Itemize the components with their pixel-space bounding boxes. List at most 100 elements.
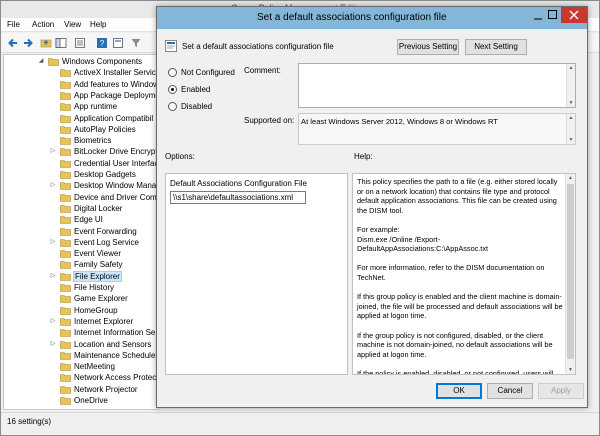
- tree-item[interactable]: ▷ Internet Explorer: [4, 316, 158, 327]
- tree-item-label: Location and Sensors: [74, 339, 152, 349]
- maximize-icon[interactable]: [547, 9, 558, 20]
- scroll-up-icon[interactable]: ▲: [568, 115, 574, 121]
- tree-item[interactable]: Network Access Protect: [4, 372, 158, 383]
- expand-arrow-icon[interactable]: ▷: [50, 239, 56, 246]
- associations-file-input[interactable]: [170, 191, 306, 204]
- tree-item[interactable]: Game Explorer: [4, 293, 158, 304]
- folder-icon: [60, 181, 71, 191]
- tree-item[interactable]: AutoPlay Policies: [4, 124, 158, 135]
- dialog-title: Set a default associations configuration…: [257, 12, 447, 23]
- tree-item[interactable]: Add features to Windows: [4, 79, 159, 90]
- tree-item-label: Desktop Gadgets: [74, 170, 136, 179]
- minimize-icon[interactable]: [533, 11, 543, 21]
- properties-icon[interactable]: [111, 36, 125, 50]
- menu-view[interactable]: View: [64, 20, 81, 29]
- cancel-button[interactable]: Cancel: [487, 383, 533, 399]
- expand-arrow-icon[interactable]: ▷: [50, 148, 56, 155]
- folder-icon: [60, 294, 71, 304]
- expand-arrow-icon[interactable]: ▷: [50, 182, 56, 189]
- close-button[interactable]: [561, 7, 587, 23]
- tree-item[interactable]: App Package Deployme: [4, 90, 158, 101]
- tree-item[interactable]: ▷ Desktop Window Mana: [4, 180, 158, 191]
- radio-disabled[interactable]: Disabled: [168, 101, 258, 113]
- tree-item[interactable]: Digital Locker: [4, 203, 158, 214]
- help-paragraph: If this group policy is enabled and the …: [357, 292, 563, 321]
- tree-item[interactable]: ▷ File Explorer: [4, 270, 158, 282]
- tree-item[interactable]: OneDrive: [4, 395, 158, 406]
- folder-icon: [60, 238, 71, 247]
- tree-item[interactable]: Maintenance Scheduler: [4, 350, 158, 361]
- list-view-icon[interactable]: [73, 36, 87, 50]
- close-icon: [569, 10, 579, 20]
- tree-item-label: Internet Information Se: [74, 328, 156, 338]
- supported-scrollbar[interactable]: ▲ ▼: [566, 114, 575, 144]
- scroll-up-icon[interactable]: ▲: [568, 65, 574, 71]
- radio-button[interactable]: [168, 102, 177, 111]
- tree-item[interactable]: Event Forwarding: [4, 226, 158, 237]
- scroll-down-icon[interactable]: ▼: [568, 367, 573, 373]
- navigation-tree[interactable]: ◢ Windows Components ActiveX Installer Ser…: [3, 54, 159, 410]
- radio-button[interactable]: [168, 85, 177, 94]
- radio-enabled[interactable]: Enabled: [168, 84, 258, 96]
- tree-item[interactable]: Application Compatibil: [4, 113, 158, 124]
- menu-help[interactable]: Help: [90, 20, 106, 29]
- tree-item[interactable]: File History: [4, 282, 158, 293]
- menu-action[interactable]: Action: [32, 20, 54, 29]
- apply-button[interactable]: Apply: [538, 383, 584, 399]
- tree-item[interactable]: NetMeeting: [4, 361, 158, 372]
- tree-item[interactable]: ActiveX Installer Service: [4, 67, 158, 78]
- tree-item[interactable]: Credential User Interfac: [4, 158, 158, 169]
- tree-item[interactable]: Family Safety: [4, 259, 158, 270]
- filter-icon[interactable]: [129, 36, 143, 50]
- help-scroll-thumb[interactable]: [567, 184, 574, 359]
- tree-item[interactable]: App runtime: [4, 101, 158, 112]
- folder-icon: [60, 227, 71, 236]
- tree-item[interactable]: Desktop Gadgets: [4, 169, 158, 180]
- folder-icon: [60, 306, 71, 315]
- expand-arrow-icon[interactable]: ▷: [50, 273, 56, 280]
- comment-textarea[interactable]: ▲ ▼: [298, 63, 576, 108]
- up-folder-icon[interactable]: [39, 36, 53, 50]
- tree-item[interactable]: HomeGroup: [4, 305, 158, 316]
- tree-item-label: Family Safety: [74, 260, 123, 270]
- show-hide-tree-icon[interactable]: [54, 36, 68, 50]
- scroll-up-icon[interactable]: ▲: [568, 175, 573, 181]
- expand-arrow-icon[interactable]: ▷: [50, 318, 56, 325]
- ok-button[interactable]: OK: [436, 383, 482, 399]
- tree-item-label: Edge UI: [74, 215, 103, 225]
- tree-item[interactable]: ▷ Location and Sensors: [4, 339, 158, 350]
- help-paragraph: If the policy is enabled, disabled, or n…: [357, 368, 554, 375]
- tree-item[interactable]: Device and Driver Comp: [4, 192, 158, 203]
- forward-arrow-icon[interactable]: [21, 36, 35, 50]
- menu-file[interactable]: File: [7, 20, 20, 29]
- tree-item[interactable]: Biometrics: [4, 135, 158, 146]
- back-arrow-icon[interactable]: [6, 36, 20, 50]
- tree-item-label: Internet Explorer: [74, 316, 134, 326]
- comment-scrollbar[interactable]: ▲ ▼: [566, 64, 575, 107]
- policy-setting-dialog: Set a default associations configuration…: [156, 6, 588, 408]
- radio-label: Disabled: [181, 102, 213, 111]
- next-setting-button[interactable]: Next Setting: [465, 39, 527, 55]
- svg-text:?: ?: [100, 39, 105, 48]
- supported-on-label: Supported on:: [244, 116, 295, 125]
- tree-item-label: Add features to Windows: [74, 79, 159, 89]
- help-icon[interactable]: ?: [95, 36, 109, 50]
- tree-item-label: File History: [74, 283, 115, 292]
- tree-item[interactable]: ▷ Event Log Service: [4, 237, 158, 248]
- folder-icon: [60, 125, 71, 134]
- tree-item[interactable]: ◢ Windows Components: [4, 56, 158, 67]
- scroll-down-icon[interactable]: ▼: [568, 137, 574, 143]
- collapse-arrow-icon[interactable]: ◢: [38, 58, 44, 65]
- expand-arrow-icon[interactable]: ▷: [50, 341, 56, 348]
- scroll-down-icon[interactable]: ▼: [568, 100, 574, 106]
- previous-setting-button[interactable]: Previous Setting: [397, 39, 459, 55]
- tree-item[interactable]: Edge UI: [4, 214, 158, 225]
- tree-item[interactable]: Internet Information Se: [4, 327, 158, 338]
- tree-item[interactable]: ▷ BitLocker Drive Encrypti: [4, 146, 158, 157]
- status-text: 16 setting(s): [7, 417, 52, 426]
- help-scrollbar[interactable]: ▲ ▼: [565, 174, 575, 374]
- tree-item[interactable]: Network Projector: [4, 384, 158, 395]
- option-field-label: Default Associations Configuration File: [170, 179, 307, 188]
- tree-item[interactable]: Event Viewer: [4, 248, 158, 259]
- radio-button[interactable]: [168, 68, 177, 77]
